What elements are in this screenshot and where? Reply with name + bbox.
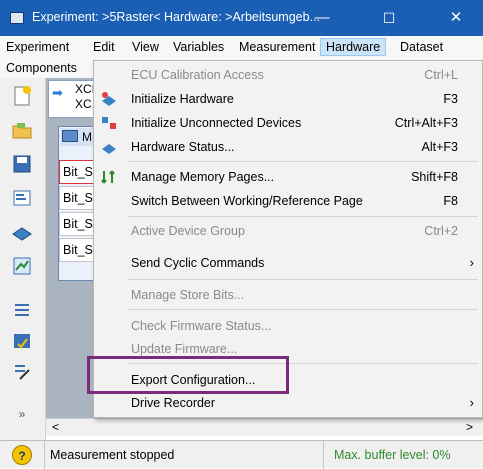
menu-row-2: Components bbox=[0, 60, 96, 78]
menuitem-initialize-hardware[interactable]: Initialize Hardware F3 bbox=[94, 87, 482, 111]
list-icon[interactable] bbox=[8, 298, 36, 322]
highlight-frame bbox=[87, 356, 289, 394]
title-bar: Experiment: >5Raster< Hardware: >Arbeits… bbox=[0, 0, 483, 36]
measure-window-title-text: M bbox=[82, 130, 92, 144]
menu-separator bbox=[128, 216, 478, 217]
status-divider bbox=[323, 441, 324, 469]
hardware-tree: ➡ XCI XC. bbox=[48, 80, 98, 118]
window-icon bbox=[62, 130, 78, 142]
open-folder-icon[interactable] bbox=[8, 118, 36, 142]
toolbar-overflow-icon[interactable]: » bbox=[8, 402, 36, 426]
status-divider bbox=[44, 441, 45, 469]
measurement-status: Measurement stopped bbox=[50, 448, 175, 462]
status-bar: ? Measurement stopped Max. buffer level:… bbox=[0, 440, 483, 469]
menu-components[interactable]: Components bbox=[6, 61, 77, 75]
signal-cell[interactable]: Bit_S bbox=[59, 238, 97, 262]
device-icon[interactable] bbox=[8, 220, 36, 244]
maximize-button[interactable]: ☐ bbox=[366, 0, 412, 36]
menu-variables[interactable]: Variables bbox=[173, 40, 224, 54]
menu-hardware[interactable]: Hardware bbox=[320, 38, 387, 56]
save-icon[interactable] bbox=[8, 152, 36, 176]
menuitem-initialize-unconnected-devices[interactable]: Initialize Unconnected Devices Ctrl+Alt+F… bbox=[94, 111, 482, 135]
tree-item[interactable]: XC. bbox=[75, 97, 95, 111]
properties-icon[interactable] bbox=[8, 186, 36, 210]
tree-item[interactable]: XCI bbox=[75, 82, 95, 96]
scroll-left-arrow[interactable]: < bbox=[52, 420, 59, 434]
menuitem-ecu-calibration-access[interactable]: ECU Calibration Access Ctrl+L bbox=[94, 63, 482, 87]
measure-window-title: M bbox=[60, 128, 96, 146]
menuitem-send-cyclic-commands[interactable]: Send Cyclic Commands › bbox=[94, 251, 482, 275]
menu-bar: Experiment Edit View Variables Measureme… bbox=[0, 36, 483, 60]
submenu-arrow-icon: › bbox=[469, 255, 474, 270]
menu-experiment[interactable]: Experiment bbox=[6, 40, 69, 54]
submenu-arrow-icon: › bbox=[469, 395, 474, 410]
menuitem-check-firmware-status[interactable]: Check Firmware Status... bbox=[94, 314, 482, 338]
edit-list-icon[interactable] bbox=[8, 360, 36, 384]
minimize-button[interactable]: — bbox=[299, 0, 345, 36]
menuitem-switch-working-reference-page[interactable]: Switch Between Working/Reference Page F8 bbox=[94, 189, 482, 213]
menu-separator bbox=[128, 161, 478, 162]
new-document-icon[interactable] bbox=[8, 84, 36, 108]
menu-view[interactable]: View bbox=[132, 40, 159, 54]
arrow-right-icon: ➡ bbox=[52, 85, 63, 100]
menuitem-manage-store-bits[interactable]: Manage Store Bits... bbox=[94, 283, 482, 307]
menu-measurement[interactable]: Measurement bbox=[239, 40, 315, 54]
menu-separator bbox=[128, 309, 478, 310]
window-title: Experiment: >5Raster< Hardware: >Arbeits… bbox=[32, 10, 320, 24]
calibration-icon[interactable] bbox=[8, 254, 36, 278]
unconnected-devices-icon bbox=[100, 115, 118, 131]
init-hardware-icon bbox=[100, 91, 118, 107]
app-icon bbox=[10, 12, 24, 24]
side-toolbar: » bbox=[0, 78, 46, 448]
signal-cell[interactable]: Bit_S bbox=[59, 186, 97, 210]
close-button[interactable]: ✕ bbox=[433, 0, 479, 36]
horizontal-scrollbar[interactable]: < > bbox=[46, 418, 483, 436]
buffer-level: Max. buffer level: 0% bbox=[334, 448, 451, 462]
menu-edit[interactable]: Edit bbox=[93, 40, 115, 54]
menuitem-hardware-status[interactable]: Hardware Status... Alt+F3 bbox=[94, 135, 482, 159]
menuitem-manage-memory-pages[interactable]: Manage Memory Pages... Shift+F8 bbox=[94, 165, 482, 189]
menuitem-active-device-group[interactable]: Active Device Group Ctrl+2 bbox=[94, 219, 482, 243]
signal-cell[interactable]: Bit_S bbox=[59, 160, 97, 184]
hardware-status-icon bbox=[100, 139, 118, 155]
scroll-right-arrow[interactable]: > bbox=[466, 420, 473, 434]
menu-separator bbox=[128, 279, 478, 280]
menuitem-drive-recorder[interactable]: Drive Recorder › bbox=[94, 391, 482, 415]
checklist-icon[interactable] bbox=[8, 330, 36, 354]
signal-cell[interactable]: Bit_S bbox=[59, 212, 97, 236]
help-icon: ? bbox=[12, 445, 32, 465]
memory-pages-icon bbox=[100, 169, 118, 185]
menu-dataset[interactable]: Dataset bbox=[400, 40, 443, 54]
